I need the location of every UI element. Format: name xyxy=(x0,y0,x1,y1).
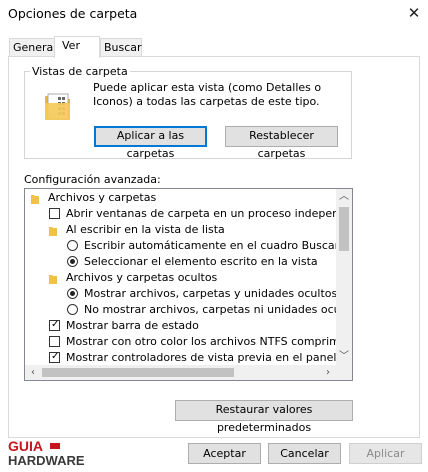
checkbox-checked[interactable]: ✓ xyxy=(49,319,60,331)
scrollbar-corner xyxy=(336,365,352,380)
radio-unselected[interactable] xyxy=(67,304,78,315)
cancel-button[interactable]: Cancelar xyxy=(268,443,341,464)
radio-unselected[interactable] xyxy=(67,240,78,251)
checkbox-unchecked[interactable] xyxy=(49,336,60,347)
close-icon[interactable]: ✕ xyxy=(404,2,424,24)
tree-item-label: Mostrar barra de estado xyxy=(66,319,199,332)
folder-icon xyxy=(31,193,39,204)
radio-selected[interactable] xyxy=(67,256,78,267)
tree-item-label: Mostrar archivos, carpetas y unidades oc… xyxy=(84,287,338,300)
scroll-right-icon[interactable]: › xyxy=(322,365,334,380)
svg-text:HARDWARE: HARDWARE xyxy=(8,453,85,468)
tree-item-label: Archivos y carpetas xyxy=(48,191,157,204)
tree-item-label: Mostrar con otro color los archivos NTFS… xyxy=(66,335,353,348)
tree-item-label: Al escribir en la vista de lista xyxy=(66,223,225,236)
reset-folders-button[interactable]: Restablecer carpetas xyxy=(225,126,338,160)
checkbox-checked[interactable]: ✓ xyxy=(49,351,60,363)
scroll-down-icon[interactable]: ﹀ xyxy=(336,349,352,365)
tree-item-label: Mostrar controladores de vista previa en… xyxy=(66,351,353,364)
apply-to-folders-button[interactable]: Aplicar a las carpetas xyxy=(94,126,207,160)
advanced-settings-tree[interactable]: Archivos y carpetas Abrir ventanas de car… xyxy=(24,188,353,381)
scroll-left-icon[interactable]: ‹ xyxy=(27,365,39,380)
accept-button[interactable]: Aceptar xyxy=(188,443,261,464)
horizontal-scroll-thumb[interactable] xyxy=(42,368,234,377)
checkbox-unchecked[interactable] xyxy=(49,208,60,219)
tab-buscar-label: Buscar xyxy=(104,41,142,54)
window-title: Opciones de carpeta xyxy=(8,6,138,21)
tree-item-label: Seleccionar el elemento escrito en la vi… xyxy=(84,255,318,268)
tree-item-label: Abrir ventanas de carpeta en un proceso … xyxy=(66,207,353,220)
scroll-up-icon[interactable]: ︿ xyxy=(336,189,352,205)
radio-dot xyxy=(70,291,75,296)
folder-view-icon xyxy=(44,92,72,122)
radio-dot xyxy=(70,259,75,264)
checkmark-icon: ✓ xyxy=(51,319,60,330)
tab-ver[interactable]: Ver xyxy=(54,36,100,58)
tab-general[interactable]: General xyxy=(9,38,57,56)
radio-selected[interactable] xyxy=(67,288,78,299)
tab-general-label: General xyxy=(13,41,57,54)
advanced-settings-label: Configuración avanzada: xyxy=(24,173,161,186)
tab-buscar[interactable]: Buscar xyxy=(100,38,142,56)
checkmark-icon: ✓ xyxy=(51,351,60,362)
horizontal-scrollbar[interactable]: ‹ › xyxy=(25,365,336,380)
restore-defaults-button[interactable]: Restaurar valores predeterminados xyxy=(175,400,353,434)
tree-item-label: Archivos y carpetas ocultos xyxy=(66,271,218,284)
folder-views-title: Vistas de carpeta xyxy=(30,65,130,78)
tree-item-label: Escribir automáticamente en el cuadro Bu… xyxy=(84,239,340,252)
tab-ver-label: Ver xyxy=(62,39,80,52)
tree-item-label: No mostrar archivos, carpetas ni unidade… xyxy=(84,303,353,316)
svg-text:GUIA: GUIA xyxy=(8,438,43,454)
vertical-scrollbar[interactable]: ︿ ﹀ xyxy=(336,189,352,365)
vertical-scroll-thumb[interactable] xyxy=(339,207,349,251)
folder-views-description: Puede aplicar esta vista (como Detalles … xyxy=(93,81,322,108)
apply-button[interactable]: Aplicar xyxy=(349,443,422,464)
folder-icon xyxy=(49,225,57,236)
folder-icon xyxy=(49,273,57,284)
guiahardware-logo: GUIA HARDWARE xyxy=(6,438,92,468)
